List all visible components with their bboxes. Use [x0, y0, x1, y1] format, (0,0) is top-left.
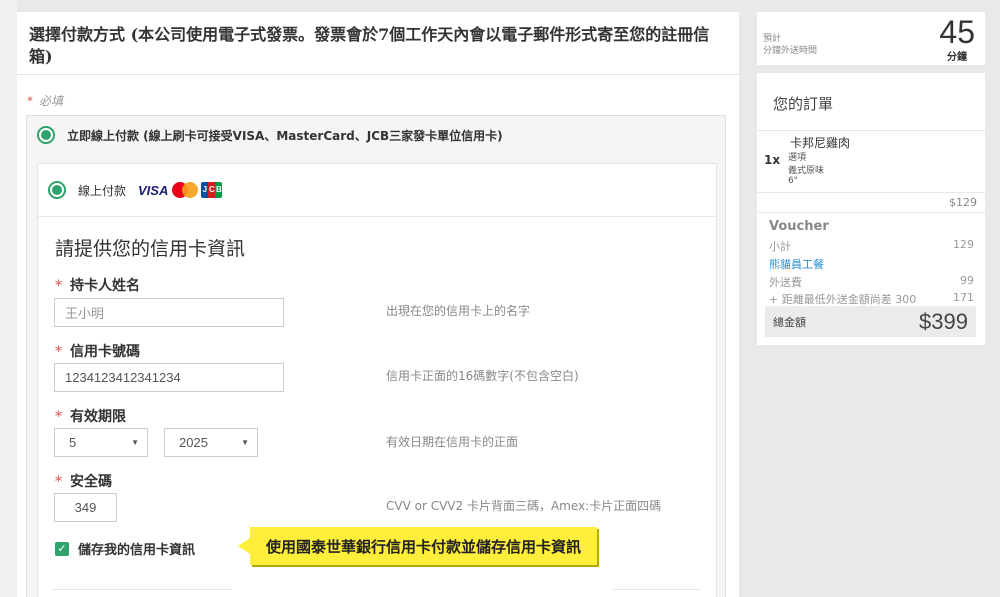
radio-selected-icon[interactable] [48, 181, 66, 199]
item-size: 6" [788, 176, 798, 186]
cvv-hint: CVV or CVV2 卡片背面三碼，Amex:卡片正面四碼 [386, 499, 662, 513]
dropdown-arrow-icon: ▼ [241, 438, 249, 447]
eta-minutes: 45 [939, 14, 975, 50]
radio-selected-icon[interactable] [37, 126, 55, 144]
left-margin [0, 0, 17, 597]
total-row: 總金額 $399 [765, 306, 976, 337]
divider [757, 130, 985, 131]
visa-logo-icon: VISA [138, 182, 169, 198]
cardholder-name-label: * 持卡人姓名 [55, 278, 140, 294]
card-number-hint: 信用卡正面的16碼數字(不包含空白) [386, 369, 579, 383]
payment-option-label: 立即線上付款 (線上刷卡可接受VISA、MasterCard、JCB三家發卡單位… [67, 128, 503, 143]
required-star: * [55, 344, 62, 360]
total-label: 總金額 [773, 315, 806, 329]
payment-option-box: 立即線上付款 (線上刷卡可接受VISA、MasterCard、JCB三家發卡單位… [26, 115, 726, 597]
payment-option-online[interactable]: 立即線上付款 (線上刷卡可接受VISA、MasterCard、JCB三家發卡單位… [27, 116, 725, 154]
card-number-label: * 信用卡號碼 [55, 344, 140, 360]
save-card-row[interactable]: ✓ 儲存我的信用卡資訊 [55, 539, 195, 558]
cvv-input[interactable]: 349 [54, 493, 117, 522]
min-order-diff-row: + 距離最低外送金額尚差 300 171 [769, 291, 974, 306]
credit-card-card: 線上付款 VISA JCB 請提供您的信用卡資訊 * 持卡人姓名 王小明 出現在您… [37, 163, 717, 597]
cardholder-name-input[interactable]: 王小明 [54, 298, 284, 327]
page-title: 選擇付款方式 (本公司使用電子式發票。發票會於7個工作天內會以電子郵件形式寄至您… [29, 25, 710, 66]
divider [757, 192, 985, 193]
item-price: $129 [949, 196, 977, 209]
eta-unit: 分鐘 [947, 52, 967, 63]
divider [52, 589, 232, 590]
eta-label: 預計 分鐘外送時間 [763, 34, 818, 56]
save-card-label: 儲存我的信用卡資訊 [78, 543, 196, 558]
promo-link[interactable]: 熊貓員工餐 [769, 256, 974, 272]
credit-card-title: 請提供您的信用卡資訊 [55, 238, 246, 260]
required-star: * [55, 409, 62, 425]
required-star: * [27, 94, 33, 108]
item-option-label: 選項 [788, 153, 807, 163]
mastercard-logo-icon [172, 182, 199, 198]
item-name: 卡邦尼雞肉 [790, 136, 851, 150]
expiry-month-select[interactable]: 5 ▼ [54, 428, 148, 457]
expiry-hint: 有效日期在信用卡的正面 [386, 435, 519, 449]
payment-method-row[interactable]: 線上付款 VISA JCB [38, 164, 716, 217]
required-star: * [55, 278, 62, 294]
tooltip-arrow-icon [238, 538, 250, 554]
divider [613, 589, 701, 590]
divider [17, 74, 739, 75]
expiry-year-select[interactable]: 2025 ▼ [164, 428, 258, 457]
jcb-logo-icon: JCB [201, 182, 223, 198]
item-option-value: 義式原味 [788, 166, 825, 176]
card-number-input[interactable]: 1234123412341234 [54, 363, 284, 392]
cvv-label: * 安全碼 [55, 474, 112, 490]
order-summary: 您的訂單 1x 卡邦尼雞肉 選項 義式原味 6" $129 Voucher 小計… [757, 73, 985, 345]
tooltip-text: 使用國泰世華銀行信用卡付款並儲存信用卡資訊 [250, 527, 598, 565]
payment-panel: 選擇付款方式 (本公司使用電子式發票。發票會於7個工作天內會以電子郵件形式寄至您… [17, 12, 739, 597]
dropdown-arrow-icon: ▼ [131, 438, 139, 447]
required-note: * 必填 [27, 92, 63, 109]
delivery-fee-row: 外送費 99 [769, 274, 974, 289]
cardholder-name-hint: 出現在您的信用卡上的名字 [386, 304, 531, 318]
checkbox-checked-icon[interactable]: ✓ [55, 541, 69, 556]
subtotal-row: 小計 129 [769, 238, 974, 253]
item-quantity: 1x [764, 153, 781, 167]
delivery-eta-box: 預計 分鐘外送時間 45 分鐘 [757, 12, 985, 65]
divider [757, 212, 985, 213]
tooltip-callout: 使用國泰世華銀行信用卡付款並儲存信用卡資訊 [238, 526, 598, 566]
payment-method-label: 線上付款 [78, 183, 127, 198]
order-title: 您的訂單 [773, 95, 834, 113]
total-value: $399 [919, 308, 968, 334]
voucher-label[interactable]: Voucher [769, 219, 829, 234]
expiry-label: * 有效期限 [55, 409, 126, 425]
required-star: * [55, 474, 62, 490]
required-note-text: 必填 [39, 94, 64, 108]
